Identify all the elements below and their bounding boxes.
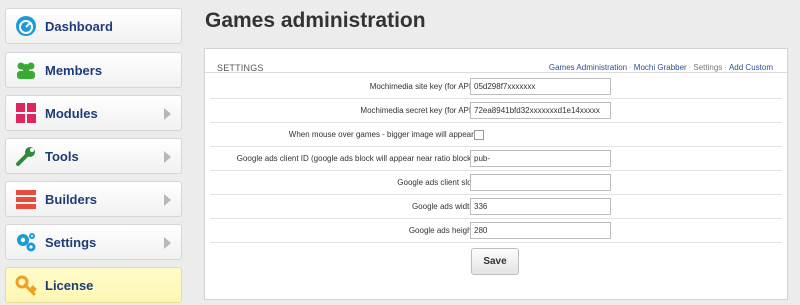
field-label: Google ads client slot: <box>397 178 476 187</box>
form-row: Google ads width: <box>210 195 782 219</box>
chevron-right-icon <box>164 151 171 163</box>
sidebar-item-tools[interactable]: Tools <box>5 138 182 174</box>
sidebar-item-label: Tools <box>45 148 79 164</box>
panel-header: SETTINGS Games Administration · Mochi Grab… <box>205 49 787 73</box>
sidebar-item-label: Settings <box>45 234 97 250</box>
form-row: When mouse over games - bigger image wil… <box>210 123 782 147</box>
sidebar-item-label: Dashboard <box>45 18 113 34</box>
breadcrumb-games-administration[interactable]: Games Administration <box>549 63 627 72</box>
field-label: Google ads width: <box>411 202 476 211</box>
chevron-right-icon <box>164 237 171 249</box>
sidebar-item-members[interactable]: Members <box>5 52 182 88</box>
sidebar-item-dashboard[interactable]: Dashboard <box>5 8 182 44</box>
form-row: Google ads height: <box>210 219 782 243</box>
chevron-right-icon <box>164 108 171 120</box>
form-row: Google ads client ID (google ads block w… <box>210 147 782 171</box>
form-row: Google ads client slot: <box>210 171 782 195</box>
mochimedia-secret-key-input[interactable] <box>470 102 611 119</box>
sidebar-item-license[interactable]: License <box>5 267 182 303</box>
google-ads-client-id-input[interactable] <box>470 150 611 167</box>
gears-icon <box>15 231 37 253</box>
mochimedia-site-key-input[interactable] <box>470 78 611 95</box>
members-icon <box>15 59 37 81</box>
google-ads-width-input[interactable] <box>470 198 611 215</box>
builders-icon <box>15 188 37 210</box>
dashboard-icon <box>15 15 37 37</box>
sidebar-item-builders[interactable]: Builders <box>5 181 182 217</box>
google-ads-height-input[interactable] <box>470 222 611 239</box>
breadcrumb-mochi-grabber[interactable]: Mochi Grabber <box>634 63 687 72</box>
form-actions: Save <box>210 243 782 281</box>
breadcrumb-add-custom[interactable]: Add Custom <box>729 63 773 72</box>
form-row: Mochimedia secret key (for API): <box>210 99 782 123</box>
field-label: Google ads client ID (google ads block w… <box>236 154 476 163</box>
settings-form: Mochimedia site key (for API): Mochimedi… <box>210 75 782 281</box>
chevron-right-icon <box>164 194 171 206</box>
key-icon <box>15 274 37 296</box>
field-label: Mochimedia site key (for API): <box>369 82 476 91</box>
modules-icon <box>15 102 37 124</box>
sidebar-item-modules[interactable]: Modules <box>5 95 182 131</box>
settings-panel: SETTINGS Games Administration · Mochi Grab… <box>204 48 788 300</box>
field-label: Mochimedia secret key (for API): <box>360 106 476 115</box>
panel-title: SETTINGS <box>217 63 264 73</box>
sidebar-item-settings[interactable]: Settings <box>5 224 182 260</box>
google-ads-client-slot-input[interactable] <box>470 174 611 191</box>
breadcrumb: Games Administration · Mochi Grabber · Setti… <box>548 63 773 72</box>
sidebar-item-label: Members <box>45 62 103 78</box>
field-label: Google ads height: <box>408 226 476 235</box>
page-title: Games administration <box>205 9 426 32</box>
sidebar-item-label: Builders <box>45 191 98 207</box>
bigger-image-checkbox[interactable] <box>474 130 484 140</box>
breadcrumb-settings: Settings <box>693 63 723 72</box>
save-button[interactable]: Save <box>471 248 519 275</box>
wrench-icon <box>15 145 37 167</box>
sidebar-item-label: Modules <box>45 105 98 121</box>
sidebar-item-label: License <box>45 277 94 293</box>
sidebar: Dashboard Members Modules Tools Builders… <box>0 0 190 305</box>
form-row: Mochimedia site key (for API): <box>210 75 782 99</box>
field-label: When mouse over games - bigger image wil… <box>288 130 476 139</box>
